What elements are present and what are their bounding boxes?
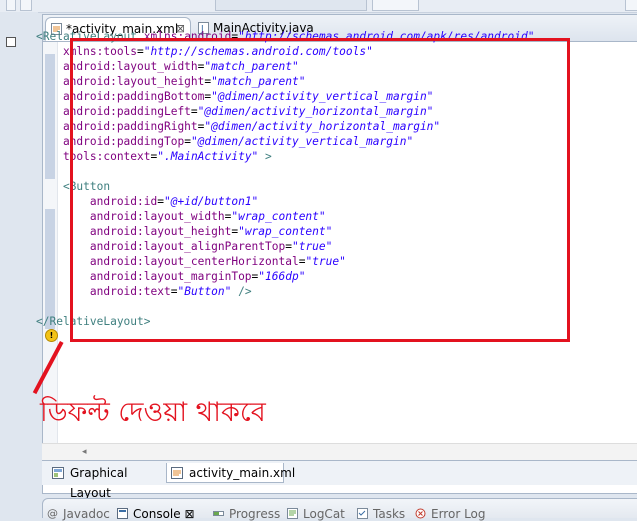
tab-label: activity_main.xml <box>189 466 296 480</box>
console-icon <box>117 508 128 519</box>
tab-label: Tasks <box>373 507 406 521</box>
toolbar-group <box>215 0 367 11</box>
toolbar-button[interactable] <box>625 0 637 11</box>
tab-label: Error Log <box>431 507 486 521</box>
toolbar-button[interactable] <box>372 0 419 11</box>
top-toolbar <box>0 0 637 13</box>
left-minimized-pane <box>0 12 38 517</box>
tab-logcat[interactable]: LogCat <box>287 507 345 521</box>
console-tab-bar: @ Javadoc Console ⊠ Progress LogCat Task… <box>42 498 637 521</box>
xml-file-icon <box>171 467 183 479</box>
tab-label: Progress <box>229 507 281 521</box>
annotation-text: ডিফল্ট দেওয়া থাকবে <box>40 397 266 428</box>
javadoc-icon: @ <box>47 507 58 520</box>
tab-xml-source[interactable]: activity_main.xml <box>166 463 295 483</box>
layout-icon <box>52 467 64 479</box>
progress-icon <box>213 511 224 516</box>
toolbar-button[interactable] <box>20 0 32 11</box>
highlight-box <box>70 38 570 342</box>
tab-label: Javadoc <box>63 507 110 521</box>
scroll-left-icon[interactable]: ◂ <box>82 447 87 457</box>
tab-error-log[interactable]: Error Log <box>415 507 486 521</box>
tab-progress[interactable]: Progress <box>213 507 280 521</box>
tab-label: LogCat <box>303 507 345 521</box>
error-log-icon <box>415 508 426 519</box>
horizontal-scrollbar[interactable]: ◂ <box>42 443 637 461</box>
tab-label: Console ⊠ <box>133 507 195 521</box>
restore-icon[interactable] <box>6 37 16 47</box>
tab-graphical-layout[interactable]: Graphical Layout <box>48 463 166 500</box>
tasks-icon <box>357 508 368 519</box>
tab-javadoc[interactable]: @ Javadoc <box>47 507 110 521</box>
tab-label: Graphical Layout <box>70 466 128 500</box>
tab-console[interactable]: Console ⊠ <box>117 507 195 521</box>
tab-tasks[interactable]: Tasks <box>357 507 405 521</box>
editor-bottom-tabs: Graphical Layout activity_main.xml <box>42 460 637 500</box>
warning-icon[interactable]: ! <box>45 329 58 342</box>
toolbar-button[interactable] <box>6 0 16 11</box>
logcat-icon <box>287 508 298 519</box>
